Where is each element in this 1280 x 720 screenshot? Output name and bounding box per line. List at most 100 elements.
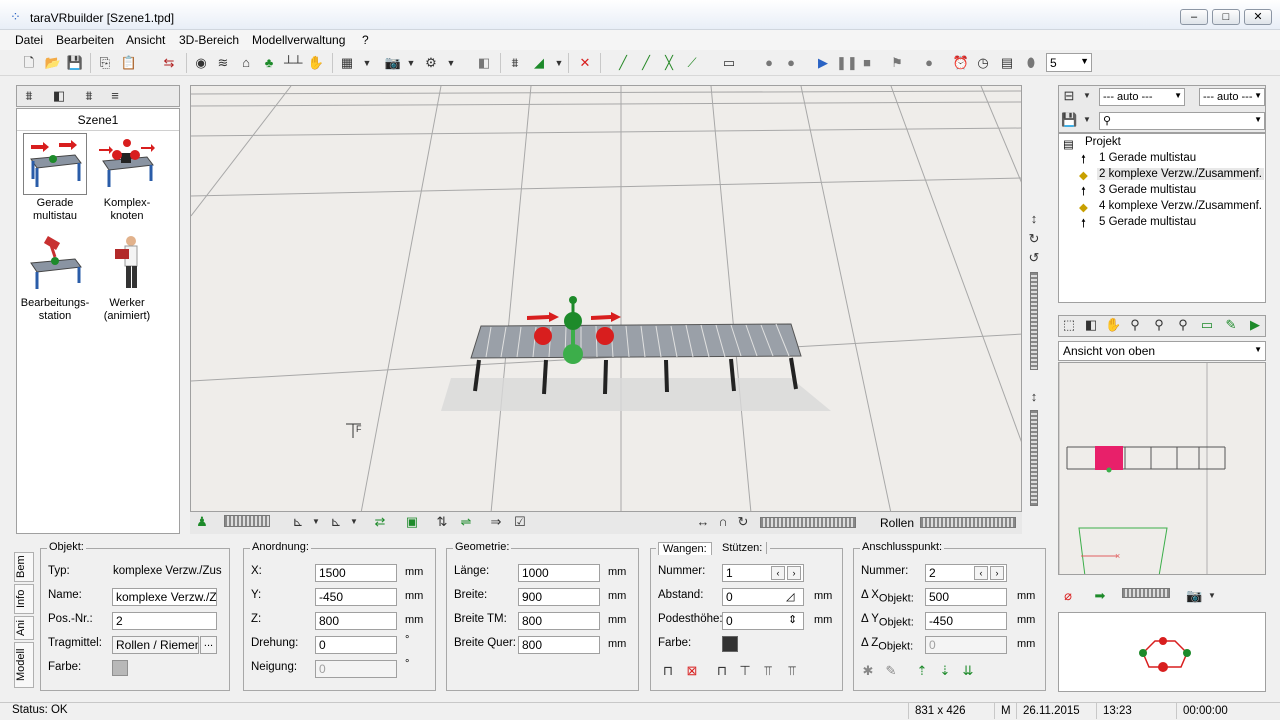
dz-input[interactable]: 0 xyxy=(925,636,1007,654)
chevron-down-icon[interactable]: ▼ xyxy=(1079,89,1095,105)
rotate-back-icon[interactable]: ↺ xyxy=(1026,251,1042,267)
stuetze-2-icon[interactable]: ⊤ xyxy=(737,664,753,680)
rotate-view-icon[interactable]: ↻ xyxy=(735,515,751,531)
connection-slider[interactable] xyxy=(1122,588,1170,598)
connect-up-icon[interactable]: ⇡ xyxy=(914,664,930,680)
fit-icon[interactable]: ▭ xyxy=(1199,318,1215,334)
breite-tm-input[interactable]: 800 xyxy=(518,612,600,630)
chevron-down-icon[interactable]: ▼ xyxy=(550,55,568,71)
save-icon[interactable]: 💾 xyxy=(66,55,84,71)
chevron-down-icon[interactable]: ▼ xyxy=(1079,113,1095,129)
connect-down-icon[interactable]: ⇣ xyxy=(937,664,953,680)
project-root-label[interactable]: Projekt xyxy=(1085,136,1121,148)
pause-icon[interactable]: ❚❚ xyxy=(836,55,858,71)
stuetze-4-icon[interactable]: ⫪ xyxy=(784,664,800,680)
library-sort-icon[interactable]: ≡ xyxy=(107,89,123,105)
dot-icon[interactable]: ● xyxy=(920,55,938,71)
library-item-komplexknoten[interactable]: Komplex- knoten xyxy=(92,133,162,223)
laenge-input[interactable]: 1000 xyxy=(518,564,600,582)
pan-hand-icon[interactable]: ✋ xyxy=(1105,318,1121,334)
wangen-prev-button[interactable]: ‹ xyxy=(771,566,785,580)
paste-icon[interactable]: 📋 xyxy=(120,55,138,71)
structure-icon[interactable]: ⊟ xyxy=(1061,89,1077,105)
name-input[interactable]: komplexe Verzw./Zus xyxy=(112,588,217,606)
anschluss-next-button[interactable]: › xyxy=(990,566,1004,580)
menu-modellverwaltung[interactable]: Modellverwaltung xyxy=(252,33,345,47)
connect-both-icon[interactable]: ⇊ xyxy=(960,664,976,680)
open-folder-icon[interactable]: 📂 xyxy=(44,55,62,71)
add-wange-icon[interactable]: ⊓ xyxy=(660,664,676,680)
ruler-icon[interactable]: ┴┴ xyxy=(284,55,302,71)
horizontal-arrow-icon[interactable]: ↔ xyxy=(695,515,711,531)
rotate-icon[interactable]: ↻ xyxy=(1026,232,1042,248)
tab-modell[interactable]: Modell xyxy=(14,642,34,688)
walk-icon[interactable]: ≋ xyxy=(214,55,232,71)
bell-icon[interactable]: ⬮ xyxy=(1022,55,1040,71)
stop-icon[interactable]: ■ xyxy=(858,55,876,71)
tree-icon[interactable]: ♣ xyxy=(260,55,278,71)
clock-icon[interactable]: ◷ xyxy=(974,55,992,71)
grid-icon[interactable]: ▦ xyxy=(338,55,356,71)
flag-icon[interactable]: ⚑ xyxy=(888,55,906,71)
connect-icon[interactable]: ⇅ xyxy=(434,515,450,531)
tree-item-2[interactable]: 2 komplexe Verzw./Zusammenf. xyxy=(1097,168,1264,180)
tree-item-1[interactable]: 1 Gerade multistau xyxy=(1099,152,1196,164)
export-icon[interactable]: ⇆ xyxy=(160,55,178,71)
chevron-down-icon[interactable]: ▼ xyxy=(346,515,362,531)
minimize-button[interactable]: – xyxy=(1180,9,1208,25)
stuetze-3-icon[interactable]: ⫪ xyxy=(760,664,776,680)
table-icon[interactable]: ▤ xyxy=(998,55,1016,71)
measure-icon[interactable]: ▭ xyxy=(720,55,738,71)
anschluss-prev-button[interactable]: ‹ xyxy=(974,566,988,580)
tab-bem[interactable]: Bem xyxy=(14,552,34,582)
auto-select-1[interactable]: --- auto --- ▼ xyxy=(1099,88,1185,106)
tree-item-3[interactable]: 3 Gerade multistau xyxy=(1099,184,1196,196)
view-eye-icon[interactable]: ◉ xyxy=(192,55,210,71)
zoom-slider[interactable] xyxy=(1030,272,1038,370)
delete-icon[interactable]: ✕ xyxy=(576,55,594,71)
tab-ani[interactable]: Ani xyxy=(14,616,34,640)
menu-ansicht[interactable]: Ansicht xyxy=(126,33,165,47)
line-tool-icon[interactable]: ╱ xyxy=(614,55,632,71)
dy-input[interactable]: -450 xyxy=(925,612,1007,630)
disconnect-icon[interactable]: ⌀ xyxy=(1060,589,1076,605)
drehung-input[interactable]: 0 xyxy=(315,636,397,654)
chevron-down-icon[interactable]: ▼ xyxy=(402,55,420,71)
green-arrow-icon[interactable]: ➡ xyxy=(1092,589,1108,605)
wangen-farbe-swatch[interactable] xyxy=(722,636,738,652)
chevron-down-icon[interactable]: ▼ xyxy=(442,55,460,71)
split-tool-icon[interactable]: ⟋ xyxy=(683,55,701,71)
zoom-out-icon[interactable]: ⚲ xyxy=(1175,318,1191,334)
menu-datei[interactable]: Datei xyxy=(15,33,43,47)
library-item-gerade-multistau[interactable]: Gerade multistau xyxy=(20,133,90,223)
camera-settings-icon[interactable]: ⚙ xyxy=(422,55,440,71)
farbe-swatch[interactable] xyxy=(112,660,128,676)
pos-input[interactable]: 2 xyxy=(112,612,217,630)
tree-item-5[interactable]: 5 Gerade multistau xyxy=(1099,216,1196,228)
camera-icon[interactable]: 📷 xyxy=(384,55,402,71)
align-icon[interactable]: ⩩ xyxy=(506,55,524,71)
library-folder-icon[interactable]: ◧ xyxy=(51,89,67,105)
y-input[interactable]: -450 xyxy=(315,588,397,606)
copy-icon[interactable]: ⎘ xyxy=(96,55,114,71)
angle-icon[interactable]: ◿ xyxy=(786,590,794,603)
wangen-next-button[interactable]: › xyxy=(787,566,801,580)
line-tool-2-icon[interactable]: ╱ xyxy=(637,55,655,71)
dx-input[interactable]: 500 xyxy=(925,588,1007,606)
axis-e-icon[interactable]: ⊾ xyxy=(328,515,344,531)
layer-icon[interactable]: ◧ xyxy=(1083,318,1099,334)
tree-item-4[interactable]: 4 komplexe Verzw./Zusammenf. xyxy=(1099,200,1262,212)
alarm-icon[interactable]: ⏰ xyxy=(952,55,970,71)
stuetze-1-icon[interactable]: ⊓ xyxy=(714,664,730,680)
save-project-icon[interactable]: 💾 xyxy=(1061,113,1077,129)
maximize-button[interactable]: □ xyxy=(1212,9,1240,25)
snap-icon[interactable]: ⇌ xyxy=(458,515,474,531)
arc-icon[interactable]: ∩ xyxy=(715,515,731,531)
house-icon[interactable]: ⌂ xyxy=(237,55,255,71)
view-select[interactable]: Ansicht von oben ▼ xyxy=(1058,341,1266,361)
stairs-icon[interactable]: ◢ xyxy=(530,55,548,71)
play-icon[interactable]: ▶ xyxy=(814,55,832,71)
zoom-in-icon[interactable]: ⚲ xyxy=(1151,318,1167,334)
chevron-down-icon[interactable]: ▼ xyxy=(1204,589,1220,605)
height-spin-icon[interactable]: ⇕ xyxy=(788,613,797,626)
